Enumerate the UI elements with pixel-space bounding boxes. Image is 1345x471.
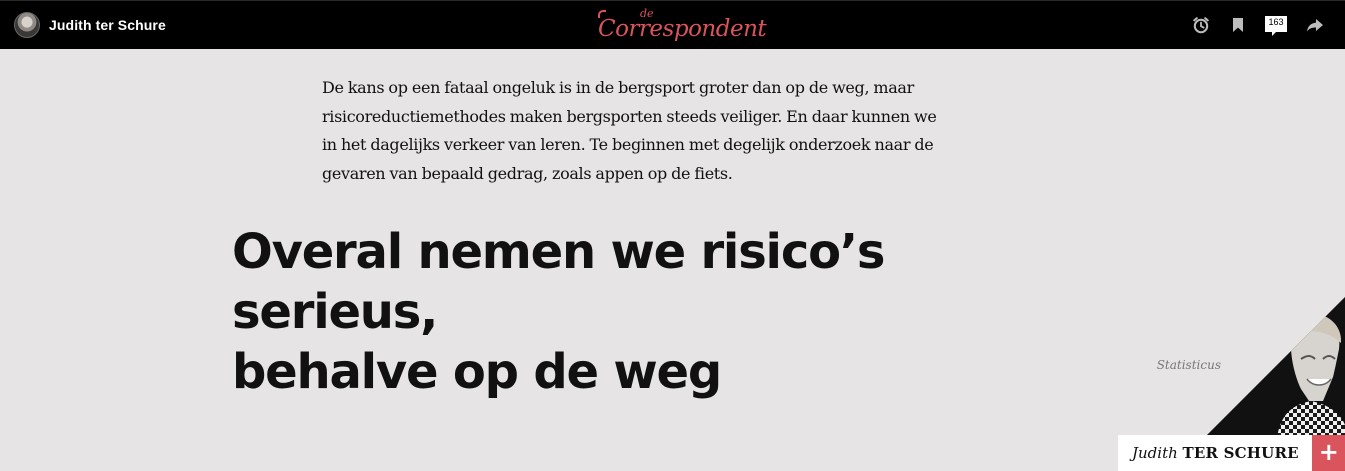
author-portrait	[1205, 297, 1345, 437]
author-avatar	[14, 12, 40, 38]
correspondent-logo[interactable]: de Correspondent	[596, 4, 767, 46]
clock-icon[interactable]	[1191, 15, 1211, 35]
article-headline: Overal nemen we risico’s serieus, behalv…	[232, 222, 1072, 402]
bookmark-icon[interactable]	[1228, 15, 1248, 35]
comments-icon[interactable]: 163	[1264, 14, 1288, 38]
follow-author-button[interactable]: +	[1311, 435, 1345, 471]
author-profile-link[interactable]: Judith ter Schure	[14, 11, 166, 39]
author-name: Judith ter Schure	[49, 17, 166, 33]
logo-main-text: Correspondent	[598, 16, 767, 42]
article-intro: De kans op een fataal ongeluk is in de b…	[322, 78, 937, 183]
author-first-name: Judith	[1132, 444, 1178, 462]
top-bar: Judith ter Schure de Correspondent 163	[0, 0, 1345, 49]
author-last-name: TER SCHURE	[1182, 444, 1299, 462]
author-card[interactable]: Judith TER SCHURE +	[1118, 435, 1345, 471]
share-icon[interactable]	[1305, 15, 1325, 35]
headline-line-1: Overal nemen we risico’s serieus,	[232, 224, 885, 340]
author-card-name: Judith TER SCHURE	[1118, 435, 1312, 471]
headline-line-2: behalve op de weg	[232, 344, 722, 400]
